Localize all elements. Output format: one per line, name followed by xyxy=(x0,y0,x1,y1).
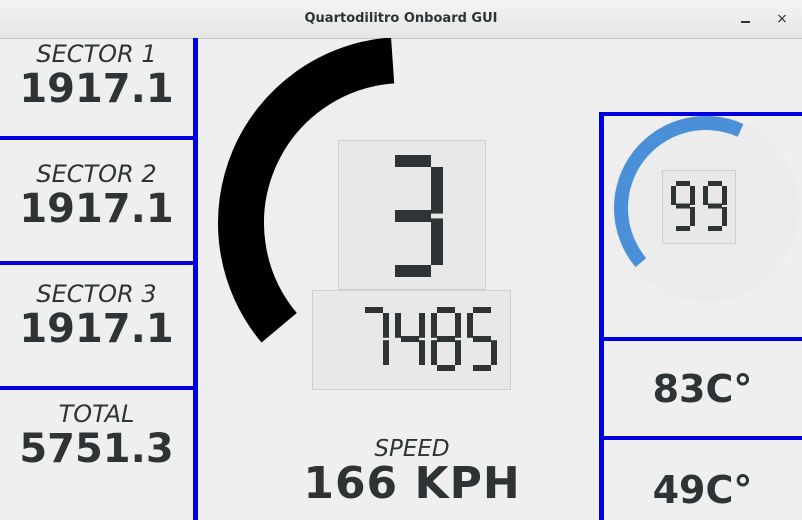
rpm-segment xyxy=(455,313,461,338)
close-icon: × xyxy=(776,11,788,27)
close-button[interactable]: × xyxy=(772,9,792,29)
sector-divider xyxy=(0,386,198,390)
minimize-icon xyxy=(740,21,750,23)
total-panel: TOTAL 5751.3 xyxy=(0,400,193,472)
rpm-segment xyxy=(437,365,455,371)
rpm-segment xyxy=(419,313,425,338)
rpm-segment xyxy=(431,313,437,338)
throttle-segment xyxy=(703,186,708,205)
sector-label: SECTOR 1 xyxy=(36,40,157,68)
sector-divider xyxy=(0,261,198,265)
sector-3-panel: SECTOR 3 1917.1 xyxy=(0,280,193,352)
rpm-segment xyxy=(383,313,389,338)
rpm-segment xyxy=(431,340,437,365)
minimize-button[interactable] xyxy=(735,9,755,29)
rpm-segment xyxy=(437,336,455,342)
gear-digit xyxy=(395,155,443,277)
window-title: Quartodilitro Onboard GUI xyxy=(304,11,498,26)
temperature-2: 49C° xyxy=(652,468,753,512)
throttle-segment xyxy=(722,207,727,226)
throttle-segment xyxy=(690,186,695,205)
gear-segment xyxy=(431,167,443,214)
rpm-segment xyxy=(437,307,455,313)
throttle-segment xyxy=(676,203,690,209)
gear-segment xyxy=(395,210,431,222)
gear-segment xyxy=(395,155,431,167)
total-label: TOTAL xyxy=(58,400,135,428)
rpm-segment xyxy=(473,365,491,371)
rpm-digits xyxy=(365,307,497,371)
sector-time: 1917.1 xyxy=(19,66,174,112)
sector-label: SECTOR 3 xyxy=(36,280,157,308)
rpm-segment xyxy=(455,340,461,365)
throttle-segment xyxy=(708,181,722,186)
rpm-segment xyxy=(473,336,491,342)
title-bar: Quartodilitro Onboard GUI × xyxy=(0,0,802,39)
throttle-segment xyxy=(722,186,727,205)
throttle-segment xyxy=(708,226,722,231)
rpm-display xyxy=(312,290,511,390)
rpm-segment xyxy=(419,340,425,365)
rpm-segment xyxy=(365,307,383,313)
throttle-segment xyxy=(676,226,690,231)
sector-2-panel: SECTOR 2 1917.1 xyxy=(0,160,193,232)
throttle-digits xyxy=(671,181,727,231)
throttle-display xyxy=(662,170,736,244)
throttle-segment xyxy=(690,207,695,226)
gear-segment xyxy=(431,218,443,265)
sector-1-panel: SECTOR 1 1917.1 xyxy=(0,40,193,112)
rpm-segment xyxy=(473,307,491,313)
sector-divider xyxy=(0,136,198,140)
gear-display xyxy=(338,140,486,290)
rpm-segment xyxy=(383,340,389,365)
left-column-divider xyxy=(193,38,198,520)
rpm-segment xyxy=(395,313,401,338)
throttle-segment xyxy=(676,181,690,186)
sector-time: 1917.1 xyxy=(19,186,174,232)
sector-label: SECTOR 2 xyxy=(36,160,157,188)
total-time: 5751.3 xyxy=(19,426,174,472)
throttle-segment xyxy=(671,186,676,205)
gear-segment xyxy=(395,265,431,277)
right-panel-divider xyxy=(599,436,802,440)
rpm-segment xyxy=(491,340,497,365)
rpm-segment xyxy=(401,336,419,342)
temperature-1: 83C° xyxy=(652,367,753,411)
rpm-segment xyxy=(467,313,473,338)
right-panel-divider xyxy=(599,337,802,341)
speed-value: 166 KPH xyxy=(303,458,521,509)
throttle-segment xyxy=(708,203,722,209)
sector-time: 1917.1 xyxy=(19,306,174,352)
